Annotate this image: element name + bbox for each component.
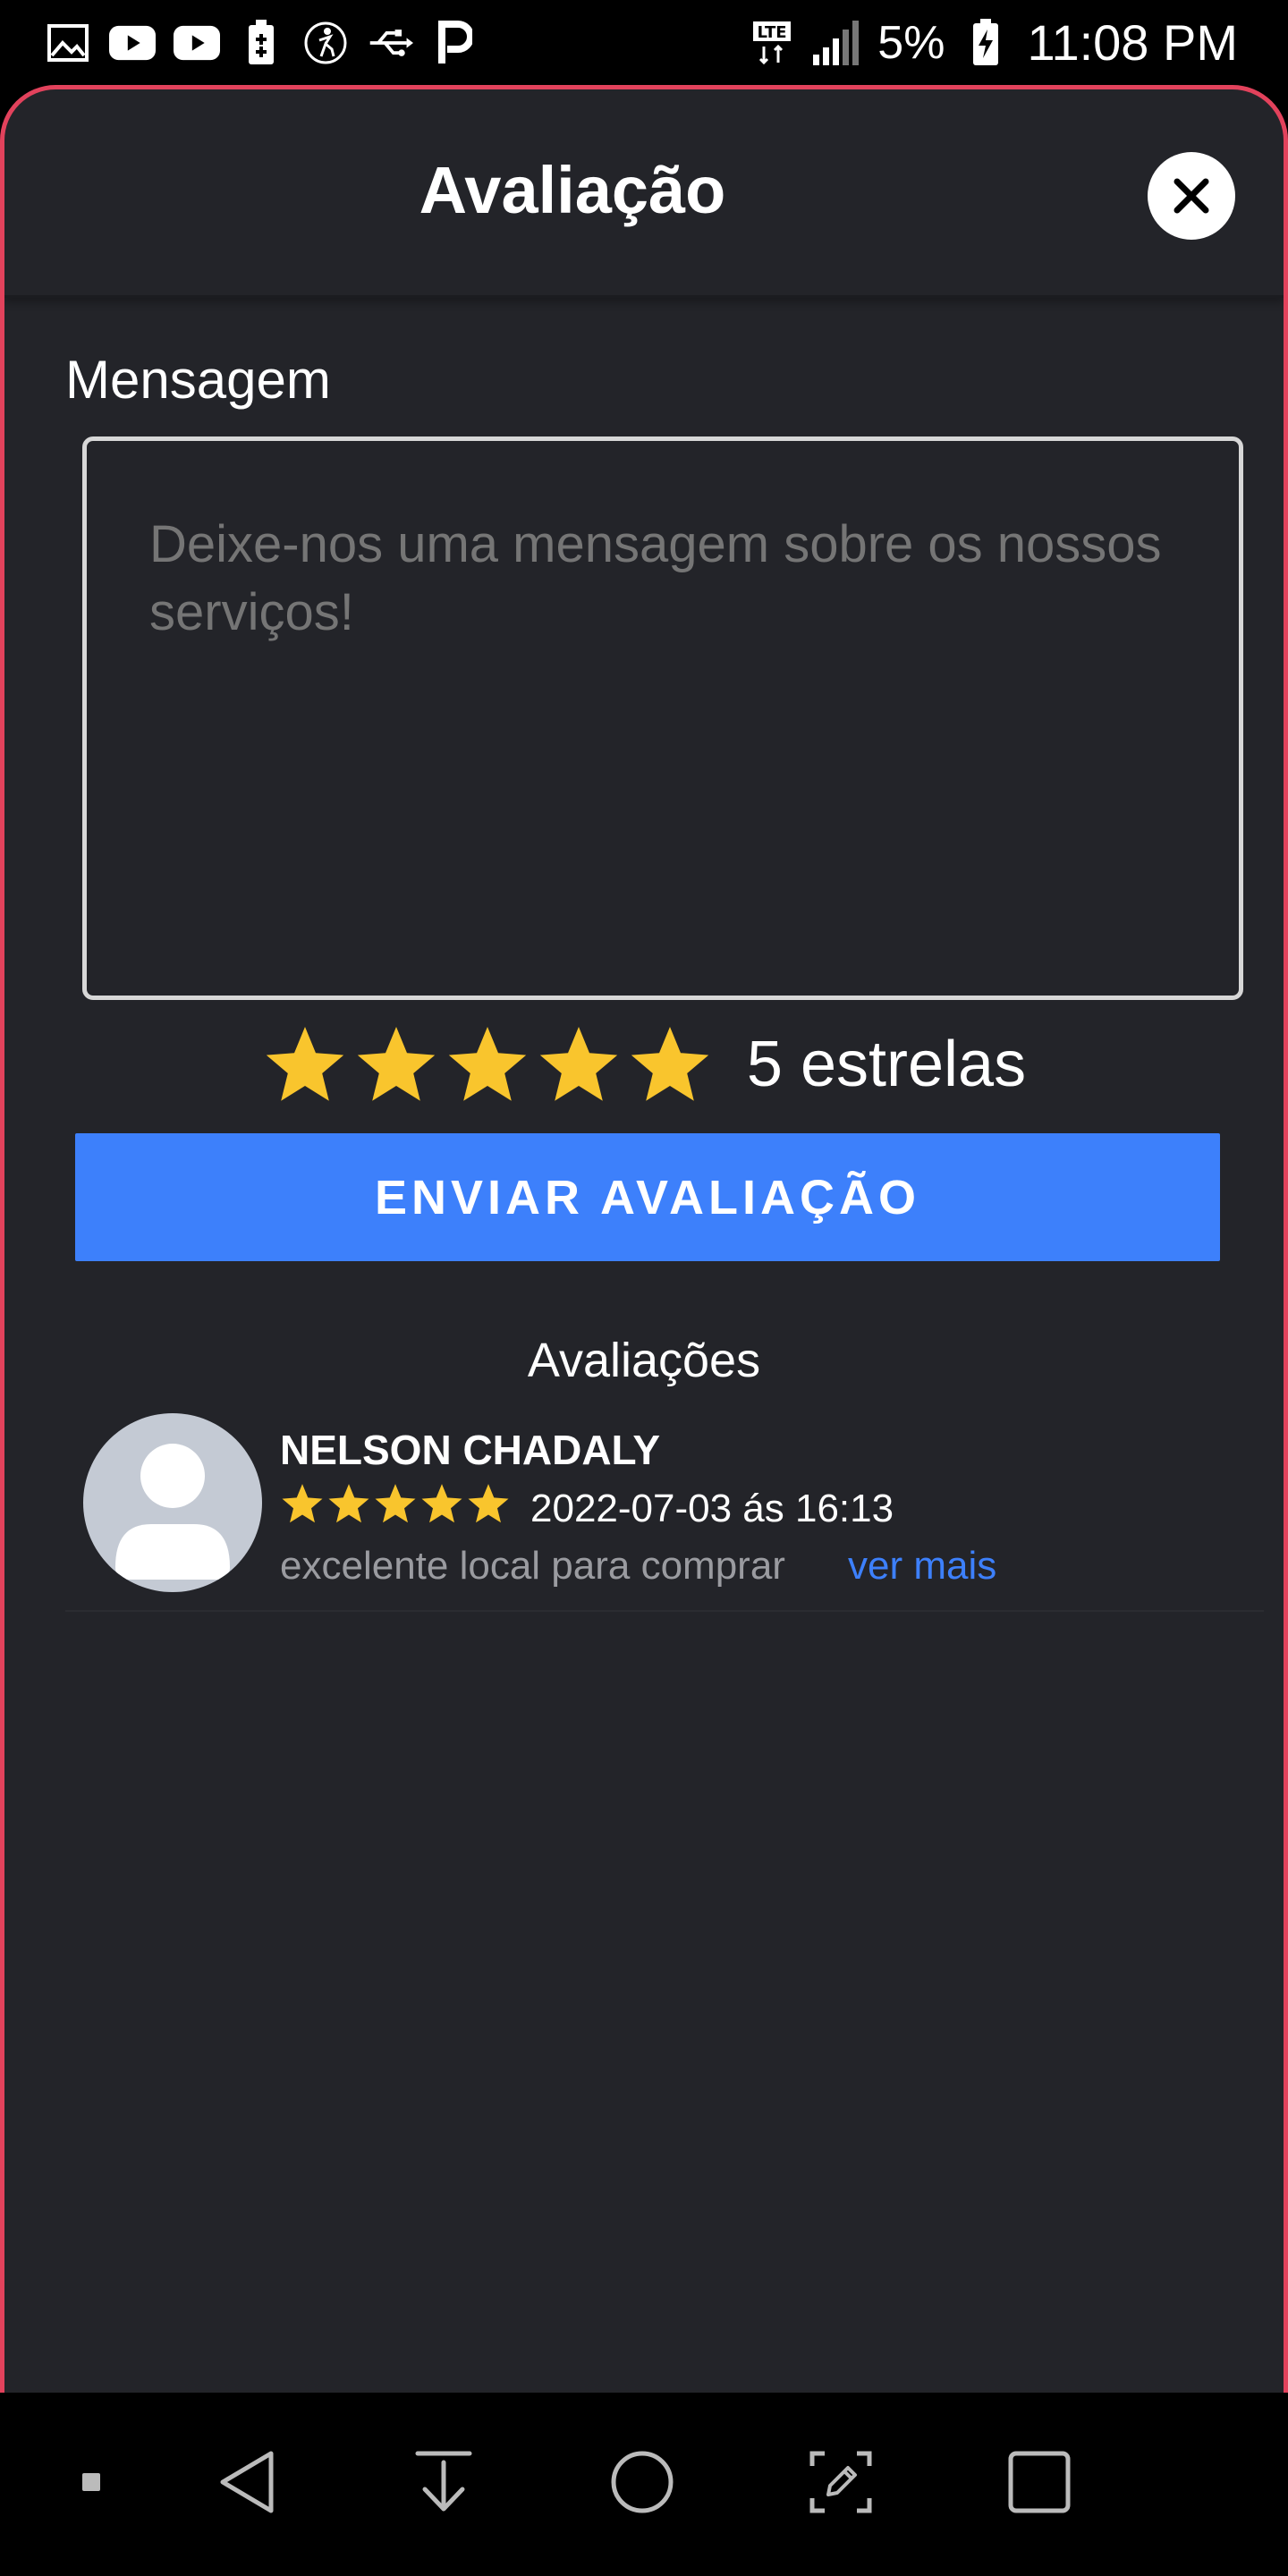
star-icon [282,1484,323,1523]
reviews-title: Avaliações [527,1334,761,1387]
dot-icon [82,2473,100,2491]
star-3-icon[interactable] [445,1021,530,1107]
network-label: LTE [758,23,787,42]
back-icon [220,2451,274,2513]
rating-selector: 5 estrelas [4,1011,1284,1118]
rating-text: 5 estrelas [746,1029,1027,1100]
battery-percent: 5% [877,16,945,69]
review-modal: Avaliação Mensagem 5 estrelas ENVIAR AVA… [0,85,1288,2393]
home-icon [611,2451,674,2513]
close-button[interactable] [1148,152,1235,240]
star-5-icon[interactable] [627,1021,713,1107]
review-item: NELSON CHADALY 2022-07-03 ás 16:13 excel… [65,1413,1264,1612]
see-more-link[interactable]: ver mais [848,1544,996,1589]
star-4-icon[interactable] [536,1021,622,1107]
review-stars [280,1481,511,1526]
home-button[interactable] [597,2437,687,2527]
accessibility-icon [302,20,349,66]
clock: 11:08 PM [1027,14,1238,71]
reviewer-name: NELSON CHADALY [280,1427,661,1473]
recents-icon [1008,2451,1071,2513]
battery-charging-icon [962,18,1009,66]
close-icon [1174,178,1209,214]
status-left [45,19,478,66]
modal-header: Avaliação [4,89,1284,298]
edit-screen-icon [809,2451,872,2513]
usb-icon [367,20,413,66]
youtube-icon [174,20,220,66]
recents-button[interactable] [995,2437,1084,2527]
edit-screen-button[interactable] [796,2437,886,2527]
signal-icon [813,20,860,66]
star-1-icon[interactable] [262,1021,348,1107]
youtube-icon [109,20,156,66]
navigation-bar [0,2393,1288,2576]
page-title: Avaliação [419,153,726,227]
lte-icon: LTE [749,20,795,66]
star-icon [421,1484,462,1523]
star-icon [468,1484,509,1523]
status-bar: LTE 5% 11:08 PM [0,0,1288,85]
message-textarea[interactable] [82,436,1243,1000]
download-icon [415,2451,472,2512]
submit-review-button[interactable]: ENVIAR AVALIAÇÃO [75,1133,1220,1261]
review-comment: excelente local para comprar [280,1544,785,1588]
star-icon [328,1484,369,1523]
battery-saver-icon [238,19,284,66]
message-label: Mensagem [65,350,331,410]
dot-button[interactable] [47,2437,136,2527]
status-right: LTE 5% 11:08 PM [749,13,1238,72]
image-icon [45,20,91,66]
download-button[interactable] [399,2437,488,2527]
star-icon [375,1484,416,1523]
user-avatar-icon [115,1444,230,1580]
back-button[interactable] [202,2437,292,2527]
star-2-icon[interactable] [353,1021,439,1107]
p-icon [431,20,478,66]
review-date: 2022-07-03 ás 16:13 [530,1487,894,1530]
avatar [83,1413,262,1592]
